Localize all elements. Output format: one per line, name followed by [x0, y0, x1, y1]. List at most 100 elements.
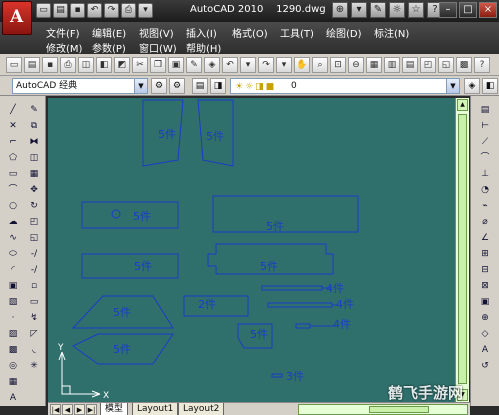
- menu-edit[interactable]: 编辑(E): [92, 25, 126, 40]
- cut-icon[interactable]: ✂: [132, 56, 148, 73]
- vertical-scroll-thumb[interactable]: [458, 114, 467, 384]
- layer-properties-icon[interactable]: ▤: [192, 78, 208, 94]
- circle-icon[interactable]: ○: [5, 200, 21, 213]
- continue-icon[interactable]: ⊠: [477, 280, 493, 293]
- open-icon[interactable]: ▤: [53, 3, 68, 18]
- menu-file[interactable]: 文件(F): [46, 25, 80, 40]
- communication-icon[interactable]: ☼: [389, 2, 405, 18]
- redo-icon[interactable]: ↷: [104, 3, 119, 18]
- prev-tab-icon[interactable]: ◀: [62, 404, 73, 415]
- minimize-button[interactable]: –: [439, 2, 457, 18]
- zoom-previous-icon[interactable]: ⊖: [348, 56, 364, 73]
- tab-layout1[interactable]: Layout1: [132, 403, 179, 415]
- scroll-up-icon[interactable]: ▲: [457, 99, 468, 111]
- copy-object-icon[interactable]: ⧉: [26, 120, 42, 133]
- qnew-icon[interactable]: ▭: [6, 56, 22, 73]
- aligned-dim-icon[interactable]: ⟋: [477, 136, 493, 149]
- close-button[interactable]: ×: [479, 2, 497, 18]
- 3d-dwf-icon[interactable]: ◩: [114, 56, 130, 73]
- block-editor-icon[interactable]: ◈: [204, 56, 220, 73]
- join-icon[interactable]: ↯: [26, 312, 42, 325]
- construction-line-icon[interactable]: ✕: [5, 120, 21, 133]
- pan-icon[interactable]: ✋: [294, 56, 310, 73]
- undo-tool-icon[interactable]: ↶: [222, 56, 238, 73]
- drawing-area[interactable]: 5件 5件 5件 5件 5件 5件 2件 4件 4件 4件 5件 5件 3件 5…: [48, 98, 455, 402]
- zoom-window-icon[interactable]: ⊡: [330, 56, 346, 73]
- maximize-button[interactable]: □: [459, 2, 477, 18]
- tab-layout2[interactable]: Layout2: [178, 403, 225, 415]
- menu-tools[interactable]: 工具(T): [280, 25, 314, 40]
- menu-insert[interactable]: 插入(I): [186, 25, 217, 40]
- insert-block-icon[interactable]: ▣: [5, 280, 21, 293]
- fillet-icon[interactable]: ◟: [26, 344, 42, 357]
- menu-dimension[interactable]: 标注(N): [374, 25, 409, 40]
- vertical-scrollbar[interactable]: ▲ ▼: [455, 98, 469, 402]
- horizontal-scroll-thumb[interactable]: [369, 406, 429, 413]
- properties-icon[interactable]: ▦: [366, 56, 382, 73]
- rotate-icon[interactable]: ↻: [26, 200, 42, 213]
- menu-parametric[interactable]: 参数(P): [92, 40, 126, 55]
- angular-icon[interactable]: ∠: [477, 232, 493, 245]
- next-tab-icon[interactable]: ▶: [74, 404, 85, 415]
- workspace-dropdown[interactable]: AutoCAD 经典 ▼: [12, 78, 148, 94]
- undo-icon[interactable]: ↶: [87, 3, 102, 18]
- jogged-icon[interactable]: ⌁: [477, 200, 493, 213]
- dim-edit-icon[interactable]: A: [477, 344, 493, 357]
- arc-icon[interactable]: ⌒: [5, 184, 21, 197]
- break-icon[interactable]: ▭: [26, 296, 42, 309]
- hatch-icon[interactable]: ▨: [5, 328, 21, 341]
- linear-dim-icon[interactable]: ⊢: [477, 120, 493, 133]
- center-mark-icon[interactable]: ⊕: [477, 312, 493, 325]
- inspect-icon[interactable]: ◇: [477, 328, 493, 341]
- plot-icon[interactable]: ⎙: [60, 56, 76, 73]
- offset-icon[interactable]: ◫: [26, 152, 42, 165]
- diameter-icon[interactable]: ⌀: [477, 216, 493, 229]
- tool-palettes-icon[interactable]: ▤: [402, 56, 418, 73]
- erase-icon[interactable]: ✎: [26, 104, 42, 117]
- zoom-realtime-icon[interactable]: ⌕: [312, 56, 328, 73]
- ordinate-icon[interactable]: ⊥: [477, 168, 493, 181]
- move-icon[interactable]: ✥: [26, 184, 42, 197]
- layer-previous-icon[interactable]: ◧: [482, 78, 498, 94]
- chamfer-icon[interactable]: ◸: [26, 328, 42, 341]
- layer-states-icon[interactable]: ◨: [210, 78, 226, 94]
- workspace-settings-icon[interactable]: ⚙: [151, 78, 167, 94]
- search-dropdown-icon[interactable]: ▾: [351, 2, 367, 18]
- menu-format[interactable]: 格式(O): [232, 25, 268, 40]
- qat-dropdown-icon[interactable]: ▾: [138, 3, 153, 18]
- make-current-layer-icon[interactable]: ◈: [464, 78, 480, 94]
- print-icon[interactable]: ⎙: [121, 3, 136, 18]
- trim-icon[interactable]: -/: [26, 248, 42, 261]
- save-file-icon[interactable]: ▪: [42, 56, 58, 73]
- layer-dropdown[interactable]: ☀☼◨■ 0 ▼: [230, 78, 460, 94]
- scale-icon[interactable]: ◰: [26, 216, 42, 229]
- stretch-icon[interactable]: ◱: [26, 232, 42, 245]
- arc-length-icon[interactable]: ⌒: [477, 152, 493, 165]
- break-at-point-icon[interactable]: ▫: [26, 280, 42, 293]
- gradient-icon[interactable]: ▩: [5, 344, 21, 357]
- tolerance-icon[interactable]: ▣: [477, 296, 493, 309]
- copy-icon[interactable]: ❐: [150, 56, 166, 73]
- sheet-set-icon[interactable]: ◰: [420, 56, 436, 73]
- new-icon[interactable]: ▭: [36, 3, 51, 18]
- polygon-icon[interactable]: ⬠: [5, 152, 21, 165]
- radius-icon[interactable]: ◔: [477, 184, 493, 197]
- help-tool-icon[interactable]: ?: [474, 56, 490, 73]
- menu-modify[interactable]: 修改(M): [46, 40, 82, 55]
- make-block-icon[interactable]: ▧: [5, 296, 21, 309]
- design-center-icon[interactable]: ▥: [384, 56, 400, 73]
- publish-icon[interactable]: ◧: [96, 56, 112, 73]
- horizontal-scrollbar[interactable]: [298, 404, 468, 415]
- table-icon[interactable]: ▦: [5, 376, 21, 389]
- binoculars-icon[interactable]: ⊕: [332, 2, 348, 18]
- line-icon[interactable]: ╱: [5, 104, 21, 117]
- point-icon[interactable]: ·: [5, 312, 21, 325]
- baseline-icon[interactable]: ⊟: [477, 264, 493, 277]
- polyline-icon[interactable]: ⌐: [5, 136, 21, 149]
- first-tab-icon[interactable]: |◀: [50, 404, 61, 415]
- ellipse-arc-icon[interactable]: ◜: [5, 264, 21, 277]
- plot-preview-icon[interactable]: ◫: [78, 56, 94, 73]
- quickcalc-icon[interactable]: ▩: [456, 56, 472, 73]
- save-icon[interactable]: ▪: [70, 3, 85, 18]
- open-file-icon[interactable]: ▤: [24, 56, 40, 73]
